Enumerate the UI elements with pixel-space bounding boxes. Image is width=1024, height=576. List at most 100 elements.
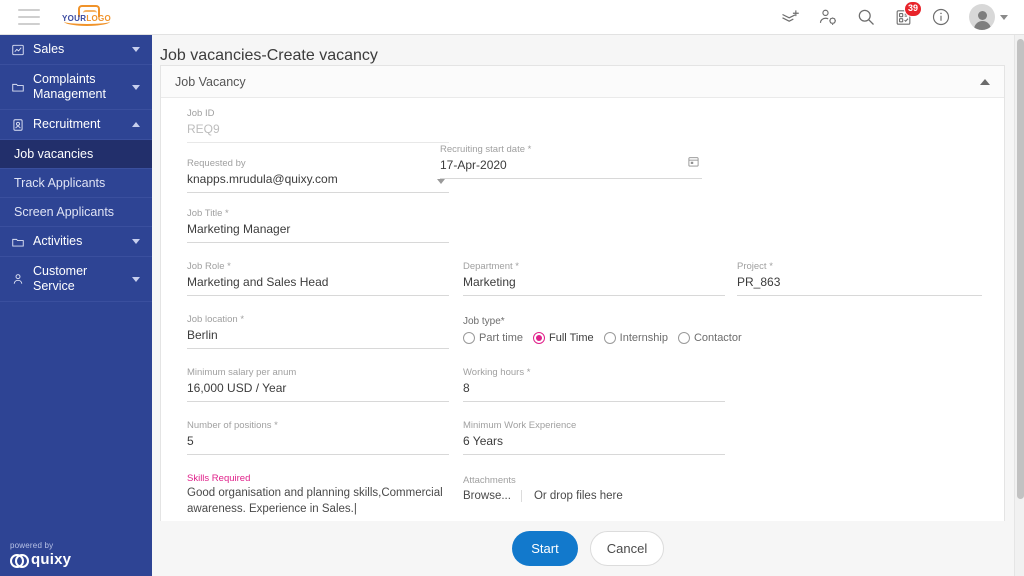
chevron-down-icon[interactable] [130, 276, 142, 282]
field-attachments: Attachments Browse... Or drop files here [463, 475, 763, 502]
avatar-menu[interactable] [969, 4, 1008, 30]
brand-logo[interactable]: YOURLOGO [58, 4, 116, 30]
label-job-title: Job Title * [187, 208, 229, 219]
logo-text: YOURLOGO [62, 14, 111, 23]
hamburger-menu-icon[interactable] [18, 9, 40, 25]
label-requested-by: Requested by [187, 158, 246, 169]
value-requested-by[interactable]: knapps.mrudula@quixy.com [187, 172, 449, 194]
sidebar: Sales Complaints Management Recruitment … [0, 35, 152, 576]
label-project: Project * [737, 261, 773, 272]
radio-full-time[interactable]: Full Time [533, 332, 594, 344]
sidebar-label-recruitment: Recruitment [33, 117, 101, 131]
field-recruiting-start-date[interactable]: Recruiting start date * 17-Apr-2020 [440, 144, 702, 180]
scrollbar-thumb[interactable] [1016, 39, 1024, 499]
radio-icon[interactable] [603, 332, 616, 344]
field-job-title[interactable]: Job Title * Marketing Manager [187, 208, 449, 244]
sidebar-item-screen-applicants[interactable]: Screen Applicants [0, 198, 152, 227]
search-icon[interactable] [856, 7, 876, 27]
label-job-type: Job type* [463, 316, 505, 327]
user-settings-icon[interactable] [818, 7, 838, 27]
label-working-hours: Working hours * [463, 367, 531, 378]
cancel-button[interactable]: Cancel [590, 531, 664, 566]
chevron-down-icon[interactable] [130, 84, 142, 90]
field-number-of-positions[interactable]: Number of positions * 5 [187, 420, 449, 456]
value-recruiting-start-date[interactable]: 17-Apr-2020 [440, 158, 702, 180]
field-minimum-salary[interactable]: Minimum salary per anum 16,000 USD / Yea… [187, 367, 449, 403]
powered-by-branding: powered by quixy [10, 541, 71, 568]
sidebar-item-track-applicants[interactable]: Track Applicants [0, 169, 152, 198]
radio-icon[interactable] [677, 332, 690, 344]
top-bar: YOURLOGO 39 [0, 0, 1024, 35]
field-requested-by[interactable]: Requested by knapps.mrudula@quixy.com [187, 158, 449, 194]
info-icon[interactable] [931, 7, 951, 27]
radio-label-internship: Internship [619, 332, 668, 344]
chevron-down-icon[interactable] [1000, 14, 1008, 20]
radio-part-time[interactable]: Part time [463, 332, 523, 344]
chevron-down-icon[interactable] [437, 179, 445, 185]
top-bar-actions: 39 [780, 0, 1024, 30]
calendar-icon[interactable] [687, 155, 700, 173]
value-skills-required[interactable]: Good organisation and planning skills,Co… [187, 486, 467, 517]
value-job-id: REQ9 [187, 122, 449, 144]
sidebar-item-job-vacancies[interactable]: Job vacancies [0, 140, 152, 169]
field-job-role[interactable]: Job Role * Marketing and Sales Head [187, 261, 449, 297]
radio-label-part-time: Part time [479, 332, 524, 344]
chevron-up-icon[interactable] [980, 78, 990, 85]
chevron-down-icon[interactable] [130, 47, 142, 52]
tasks-icon[interactable]: 39 [894, 0, 922, 27]
vertical-scrollbar[interactable] [1014, 35, 1024, 576]
label-recruiting-start-date: Recruiting start date * [440, 144, 532, 155]
main-content: Job vacancies-Create vacancy Job Vacancy… [152, 35, 1024, 576]
sidebar-item-sales[interactable]: Sales [0, 35, 152, 65]
sidebar-item-customer-service[interactable]: Customer Service [0, 257, 152, 302]
job-type-radio-group: Part time Full Time Internship Contactor [463, 332, 883, 344]
label-skills-required: Skills Required [187, 473, 251, 484]
logo-text-secondary: LOGO [86, 14, 112, 23]
label-department: Department * [463, 261, 519, 272]
chart-icon [9, 43, 27, 57]
label-job-role: Job Role * [187, 261, 231, 272]
folder-icon [9, 235, 27, 249]
browse-button[interactable]: Browse... [463, 490, 522, 502]
sidebar-label-track-applicants: Track Applicants [14, 176, 106, 190]
label-job-location: Job location * [187, 314, 245, 325]
field-working-hours[interactable]: Working hours * 8 [463, 367, 725, 403]
start-button[interactable]: Start [512, 531, 578, 566]
label-attachments: Attachments [463, 475, 516, 486]
field-job-location[interactable]: Job location * Berlin [187, 314, 449, 350]
field-department[interactable]: Department * Marketing [463, 261, 725, 297]
quixy-logo-icon [10, 554, 29, 568]
value-job-role[interactable]: Marketing and Sales Head [187, 275, 449, 297]
radio-contactor[interactable]: Contactor [677, 332, 742, 344]
field-skills-required[interactable]: Skills Required Good organisation and pl… [187, 473, 477, 517]
quixy-brand-name: quixy [31, 551, 72, 568]
sidebar-label-sales: Sales [33, 42, 65, 56]
radio-internship[interactable]: Internship [603, 332, 668, 344]
sidebar-label-complaints-management: Complaints Management [33, 72, 106, 101]
value-project[interactable]: PR_863 [737, 275, 982, 297]
value-minimum-salary[interactable]: 16,000 USD / Year [187, 381, 449, 403]
job-vacancy-card: Job Vacancy Job ID REQ9 Requested by kna… [160, 65, 1005, 550]
avatar [969, 4, 995, 30]
sidebar-item-complaints-management[interactable]: Complaints Management [0, 65, 152, 110]
person-icon [9, 272, 27, 286]
sidebar-item-activities[interactable]: Activities [0, 227, 152, 257]
value-job-title[interactable]: Marketing Manager [187, 222, 449, 244]
powered-by-label: powered by [10, 541, 54, 550]
chevron-up-icon[interactable] [130, 122, 142, 127]
radio-icon[interactable] [463, 332, 475, 344]
chevron-down-icon[interactable] [130, 239, 142, 244]
sidebar-item-recruitment[interactable]: Recruitment [0, 110, 152, 140]
field-project[interactable]: Project * PR_863 [737, 261, 982, 297]
radio-icon-selected[interactable] [533, 332, 546, 344]
value-department[interactable]: Marketing [463, 275, 725, 297]
value-minimum-work-experience[interactable]: 6 Years [463, 434, 725, 456]
radio-label-contactor: Contactor [693, 332, 742, 344]
add-layers-icon[interactable] [780, 7, 800, 27]
card-title: Job Vacancy [175, 74, 246, 89]
value-working-hours[interactable]: 8 [463, 381, 725, 403]
value-number-of-positions[interactable]: 5 [187, 434, 449, 456]
folder-icon [9, 80, 27, 94]
value-job-location[interactable]: Berlin [187, 328, 449, 350]
field-minimum-work-experience[interactable]: Minimum Work Experience 6 Years [463, 420, 725, 456]
